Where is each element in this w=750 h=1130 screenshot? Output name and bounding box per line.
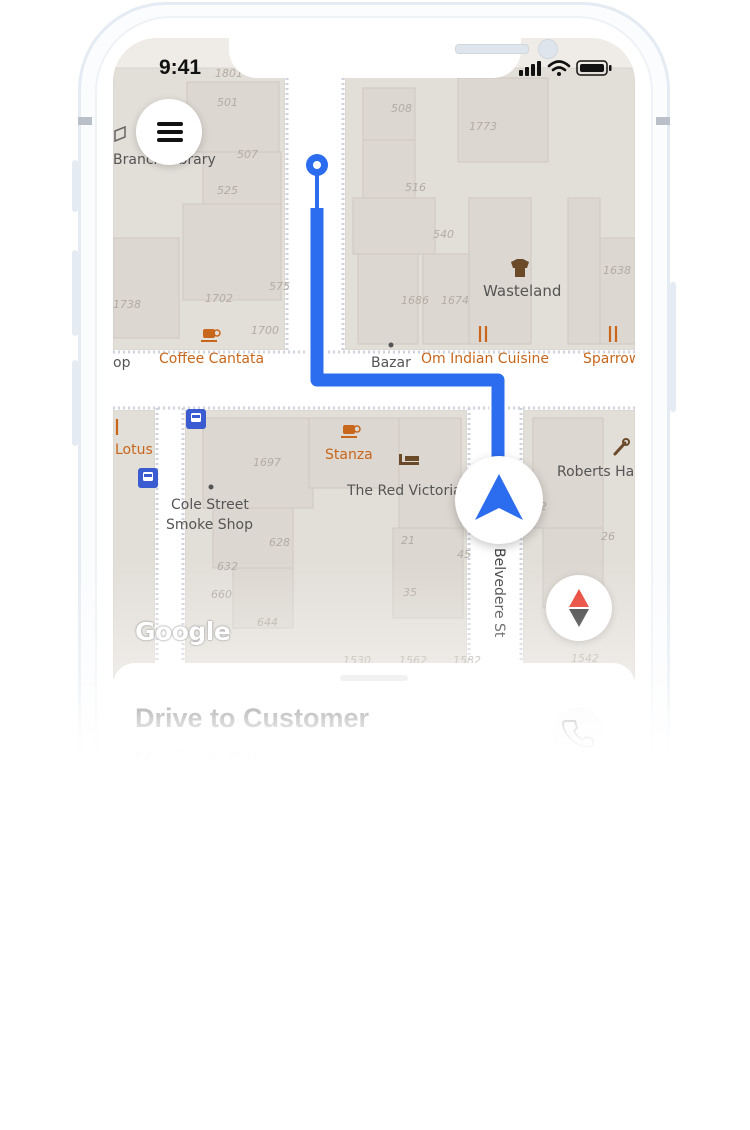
volume-down-button [72,360,78,446]
bus-stop-icon [186,409,206,429]
svg-text:540: 540 [433,228,454,241]
svg-text:1700: 1700 [251,324,279,337]
poi-sparrow[interactable]: Sparrow [583,351,635,367]
svg-text:1697: 1697 [253,456,281,469]
compass-button[interactable] [546,575,612,641]
signal-icon [519,61,541,76]
poi-roberts-hardware[interactable]: Roberts Hardware [557,464,635,480]
power-button [670,282,676,412]
svg-text:516: 516 [405,181,426,194]
poi-coffee-cantata[interactable]: Coffee Cantata [159,351,264,367]
phone-screen: 1801 501 507 525 508 1773 516 540 1638 1… [113,38,635,798]
svg-text:26: 26 [601,530,615,543]
poi-shop-fragment[interactable]: op [113,355,131,371]
compass-icon [569,589,589,627]
menu-button[interactable] [136,99,202,165]
bus-stop-icon [138,468,158,488]
svg-text:1686: 1686 [401,294,429,307]
wifi-icon [547,60,571,76]
antenna-band-right [656,117,670,125]
svg-text:1674: 1674 [441,294,469,307]
svg-text:45: 45 [457,548,471,561]
sheet-title: Drive to Customer [135,703,370,733]
poi-lotus[interactable]: Lotus [115,442,153,458]
poi-dot-bazar [388,342,394,348]
svg-text:525: 525 [217,184,238,197]
status-time: 9:41 [159,56,202,79]
svg-text:632: 632 [217,560,238,573]
navigation-arrow-icon [475,474,523,520]
svg-text:1702: 1702 [205,292,233,305]
poi-om-indian-cuisine[interactable]: Om Indian Cuisine [421,351,549,367]
svg-text:644: 644 [257,616,278,629]
google-attribution: Google [135,617,231,646]
poi-cole-street[interactable]: Cole Street [171,497,249,513]
sheet-subtitle: Mission & Dolores [135,749,297,771]
trip-bottom-sheet[interactable]: Drive to Customer Mission & Dolores [113,663,635,798]
street-belvedere-st: Belvedere St [491,548,507,638]
poi-the-red-victorian[interactable]: The Red Victorian [346,483,471,499]
battery-icon [576,60,612,76]
svg-text:1738: 1738 [113,298,141,311]
current-location-marker[interactable] [455,456,543,544]
front-camera [538,39,558,59]
svg-text:508: 508 [391,102,412,115]
mute-switch [72,160,78,212]
notch [229,38,558,78]
call-customer-button[interactable] [553,707,603,757]
poi-wasteland[interactable]: Wasteland [483,282,561,300]
svg-text:507: 507 [237,148,258,161]
svg-text:1773: 1773 [469,120,497,133]
volume-up-button [72,250,78,336]
sheet-drag-handle[interactable] [340,675,408,681]
status-icons [519,60,612,76]
svg-text:660: 660 [211,588,232,601]
poi-stanza[interactable]: Stanza [325,447,373,463]
svg-text:1638: 1638 [603,264,631,277]
antenna-band-left [78,117,92,125]
speaker-grille [455,44,529,54]
poi-bazar[interactable]: Bazar [371,355,411,371]
svg-text:501: 501 [217,96,238,109]
svg-text:575: 575 [269,280,290,293]
svg-text:35: 35 [403,586,417,599]
phone-icon [562,720,594,748]
poi-dot-cole-street [208,484,214,490]
svg-text:628: 628 [269,536,290,549]
poi-smoke-shop[interactable]: Smoke Shop [166,517,253,533]
svg-text:21: 21 [401,534,415,547]
